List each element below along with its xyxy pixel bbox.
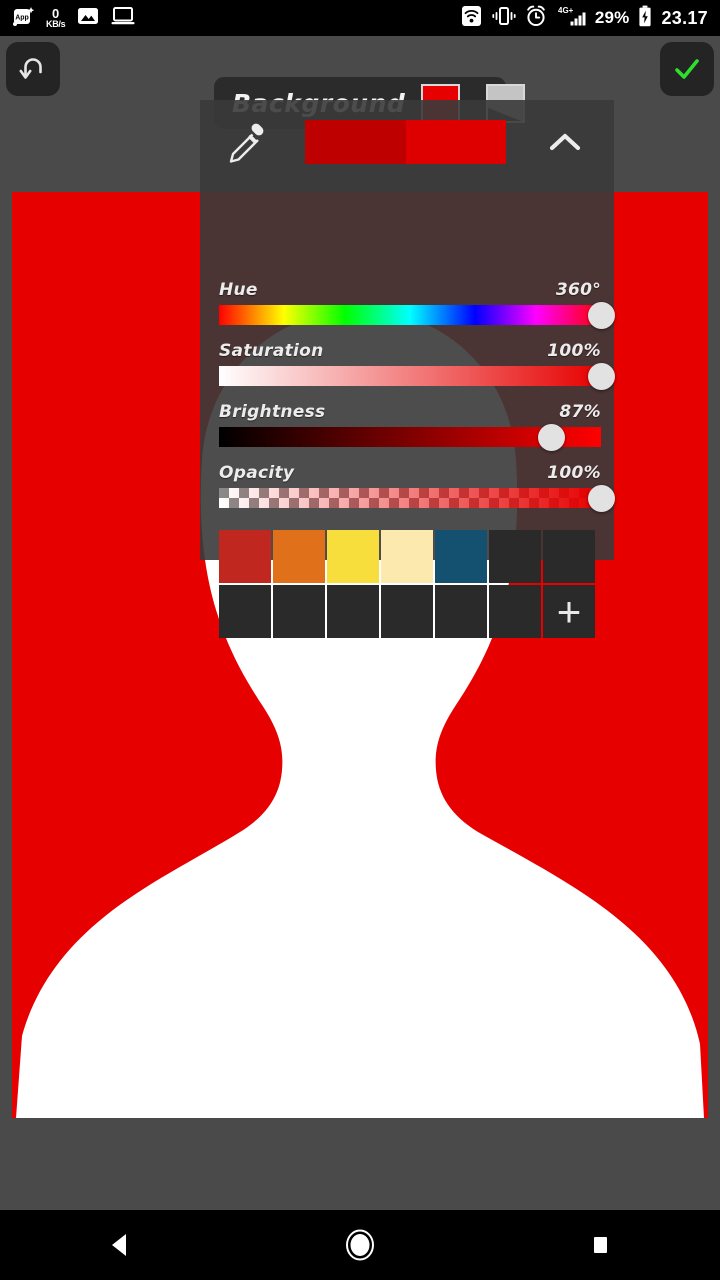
screencast-laptop-icon (111, 6, 135, 31)
palette-empty-slot[interactable] (219, 585, 271, 638)
opacity-checker-track (219, 488, 601, 508)
brightness-label: Brightness (219, 402, 326, 422)
palette-swatch[interactable] (273, 530, 325, 583)
color-compare-swatches (305, 120, 506, 164)
hue-slider-group: Hue 360° (219, 280, 615, 329)
saturation-gradient-track (219, 366, 601, 386)
saturation-value: 100% (547, 341, 601, 361)
hue-gradient-track (219, 305, 601, 325)
saturation-label: Saturation (219, 341, 324, 361)
opacity-value: 100% (547, 463, 601, 483)
alarm-clock-icon (525, 5, 547, 32)
wifi-icon (460, 5, 483, 32)
add-swatch-button[interactable]: + (543, 585, 595, 638)
vibrate-mode-icon (492, 6, 516, 31)
svg-text:4G+: 4G+ (558, 6, 574, 15)
palette-swatch[interactable] (219, 530, 271, 583)
battery-charging-icon (638, 5, 652, 32)
chevron-up-icon[interactable] (540, 120, 590, 164)
hue-slider[interactable] (219, 301, 615, 329)
brightness-slider-group: Brightness 87% (219, 402, 601, 451)
palette-swatch[interactable] (381, 530, 433, 583)
saturation-slider-header: Saturation 100% (219, 341, 601, 361)
hue-value: 360° (555, 280, 601, 300)
network-speed-indicator: 0 KB/s (46, 6, 66, 29)
app-notification-icon: App (12, 5, 35, 32)
eyedropper-icon[interactable] (224, 120, 270, 171)
editor-toolbar: Background (0, 36, 720, 129)
palette-empty-slot[interactable] (435, 585, 487, 638)
opacity-label: Opacity (219, 463, 295, 483)
palette-empty-slot[interactable] (489, 530, 541, 583)
nav-home-button[interactable] (320, 1210, 400, 1280)
color-picker-header (200, 100, 614, 180)
palette-empty-slot[interactable] (273, 585, 325, 638)
undo-button[interactable] (6, 42, 60, 96)
phone-screen: App 0 KB/s 4G+ 29% 23.17 Hue 360° Satura… (0, 0, 720, 1280)
gallery-image-icon (77, 6, 99, 31)
checkmark-icon (675, 59, 699, 79)
home-circle-icon (346, 1229, 374, 1261)
hue-slider-thumb[interactable] (587, 301, 615, 329)
battery-percent-label: 29% (594, 8, 630, 27)
palette-empty-slot[interactable] (543, 530, 595, 583)
saved-color-palette: + (219, 530, 595, 638)
undo-arrow-icon (19, 58, 42, 79)
saturation-slider-group: Saturation 100% (219, 341, 615, 390)
recents-square-icon (594, 1237, 607, 1253)
status-bar: App 0 KB/s 4G+ 29% 23.17 (0, 0, 720, 36)
hue-label: Hue (219, 280, 258, 300)
current-color-swatch[interactable] (405, 120, 506, 164)
nav-recents-button[interactable] (560, 1210, 640, 1280)
saturation-slider-thumb[interactable] (587, 362, 615, 390)
palette-swatch[interactable] (435, 530, 487, 583)
color-picker-panel: Hue 360° Saturation 100% Brightness 87% … (200, 100, 615, 638)
status-bar-right: 4G+ 29% 23.17 (460, 5, 708, 32)
brightness-slider[interactable] (219, 423, 601, 451)
saturation-slider[interactable] (219, 362, 615, 390)
brightness-value: 87% (559, 402, 601, 422)
clock-label: 23.17 (661, 7, 708, 28)
nav-back-button[interactable] (80, 1210, 160, 1280)
palette-empty-slot[interactable] (327, 585, 379, 638)
opacity-slider-group: Opacity 100% (219, 463, 615, 512)
opacity-slider-thumb[interactable] (587, 484, 615, 512)
mobile-signal-icon: 4G+ (556, 5, 586, 32)
palette-empty-slot[interactable] (381, 585, 433, 638)
opacity-slider[interactable] (219, 484, 615, 512)
opacity-slider-header: Opacity 100% (219, 463, 601, 483)
brightness-slider-header: Brightness 87% (219, 402, 601, 422)
previous-color-swatch[interactable] (305, 120, 406, 164)
android-navigation-bar (0, 1210, 720, 1280)
brightness-slider-thumb[interactable] (537, 423, 565, 451)
svg-text:App: App (15, 14, 29, 21)
add-swatch-plus-icon[interactable]: + (543, 585, 595, 638)
palette-swatch[interactable] (327, 530, 379, 583)
palette-empty-slot[interactable] (489, 585, 541, 638)
status-bar-left: App 0 KB/s (12, 5, 135, 32)
hue-slider-header: Hue 360° (219, 280, 601, 300)
confirm-button[interactable] (660, 42, 714, 96)
back-triangle-icon (112, 1234, 126, 1256)
